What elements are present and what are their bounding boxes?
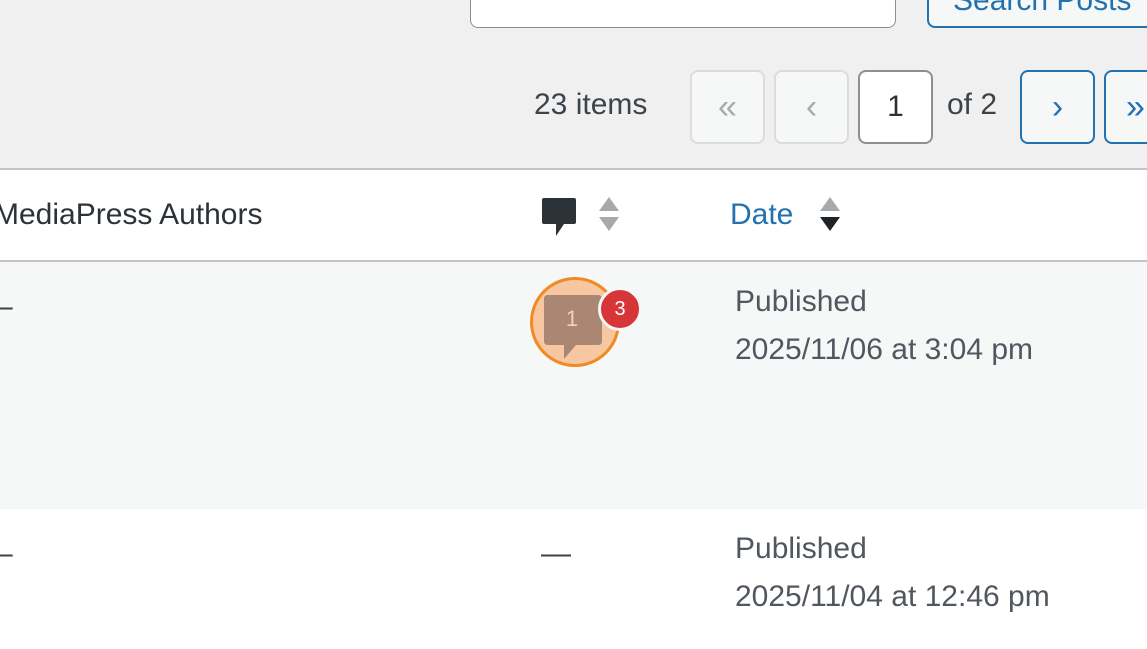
column-header-authors[interactable]: MediaPress Authors [0,198,262,232]
items-count: 23 items [534,88,648,121]
pending-comments-badge[interactable]: 3 [598,287,642,331]
authors-cell: – [0,537,13,571]
posts-table: MediaPress Authors Date – Published 2025… [0,168,1147,649]
date-value: 2025/11/04 at 12:46 pm [735,580,1050,613]
column-header-date[interactable]: Date [730,198,793,232]
comments-cell: — [541,537,571,570]
date-status: Published [735,285,867,318]
previous-page-button: ‹ [774,70,849,144]
last-page-button[interactable]: » [1104,70,1147,144]
approved-comments-count[interactable]: 1 [542,306,602,332]
sort-arrows-icon[interactable] [597,195,621,233]
total-pages-text: of 2 [947,88,998,121]
search-posts-button[interactable]: Search Posts [927,0,1147,28]
date-cell: Published 2025/11/04 at 12:46 pm [735,525,1050,621]
date-status: Published [735,532,867,565]
next-page-button[interactable]: › [1020,70,1095,144]
search-input[interactable] [470,0,896,28]
current-page-input[interactable]: 1 [858,70,933,144]
first-page-button: « [690,70,765,144]
sort-desc-icon[interactable] [818,195,842,233]
comment-icon[interactable] [540,196,578,238]
tablenav-top: Search Posts 23 items « ‹ 1 of 2 › » [0,0,1147,170]
date-cell: Published 2025/11/06 at 3:04 pm [735,278,1033,374]
table-row: – — Published 2025/11/04 at 12:46 pm [0,509,1147,649]
date-value: 2025/11/06 at 3:04 pm [735,333,1034,366]
authors-cell: – [0,290,13,324]
